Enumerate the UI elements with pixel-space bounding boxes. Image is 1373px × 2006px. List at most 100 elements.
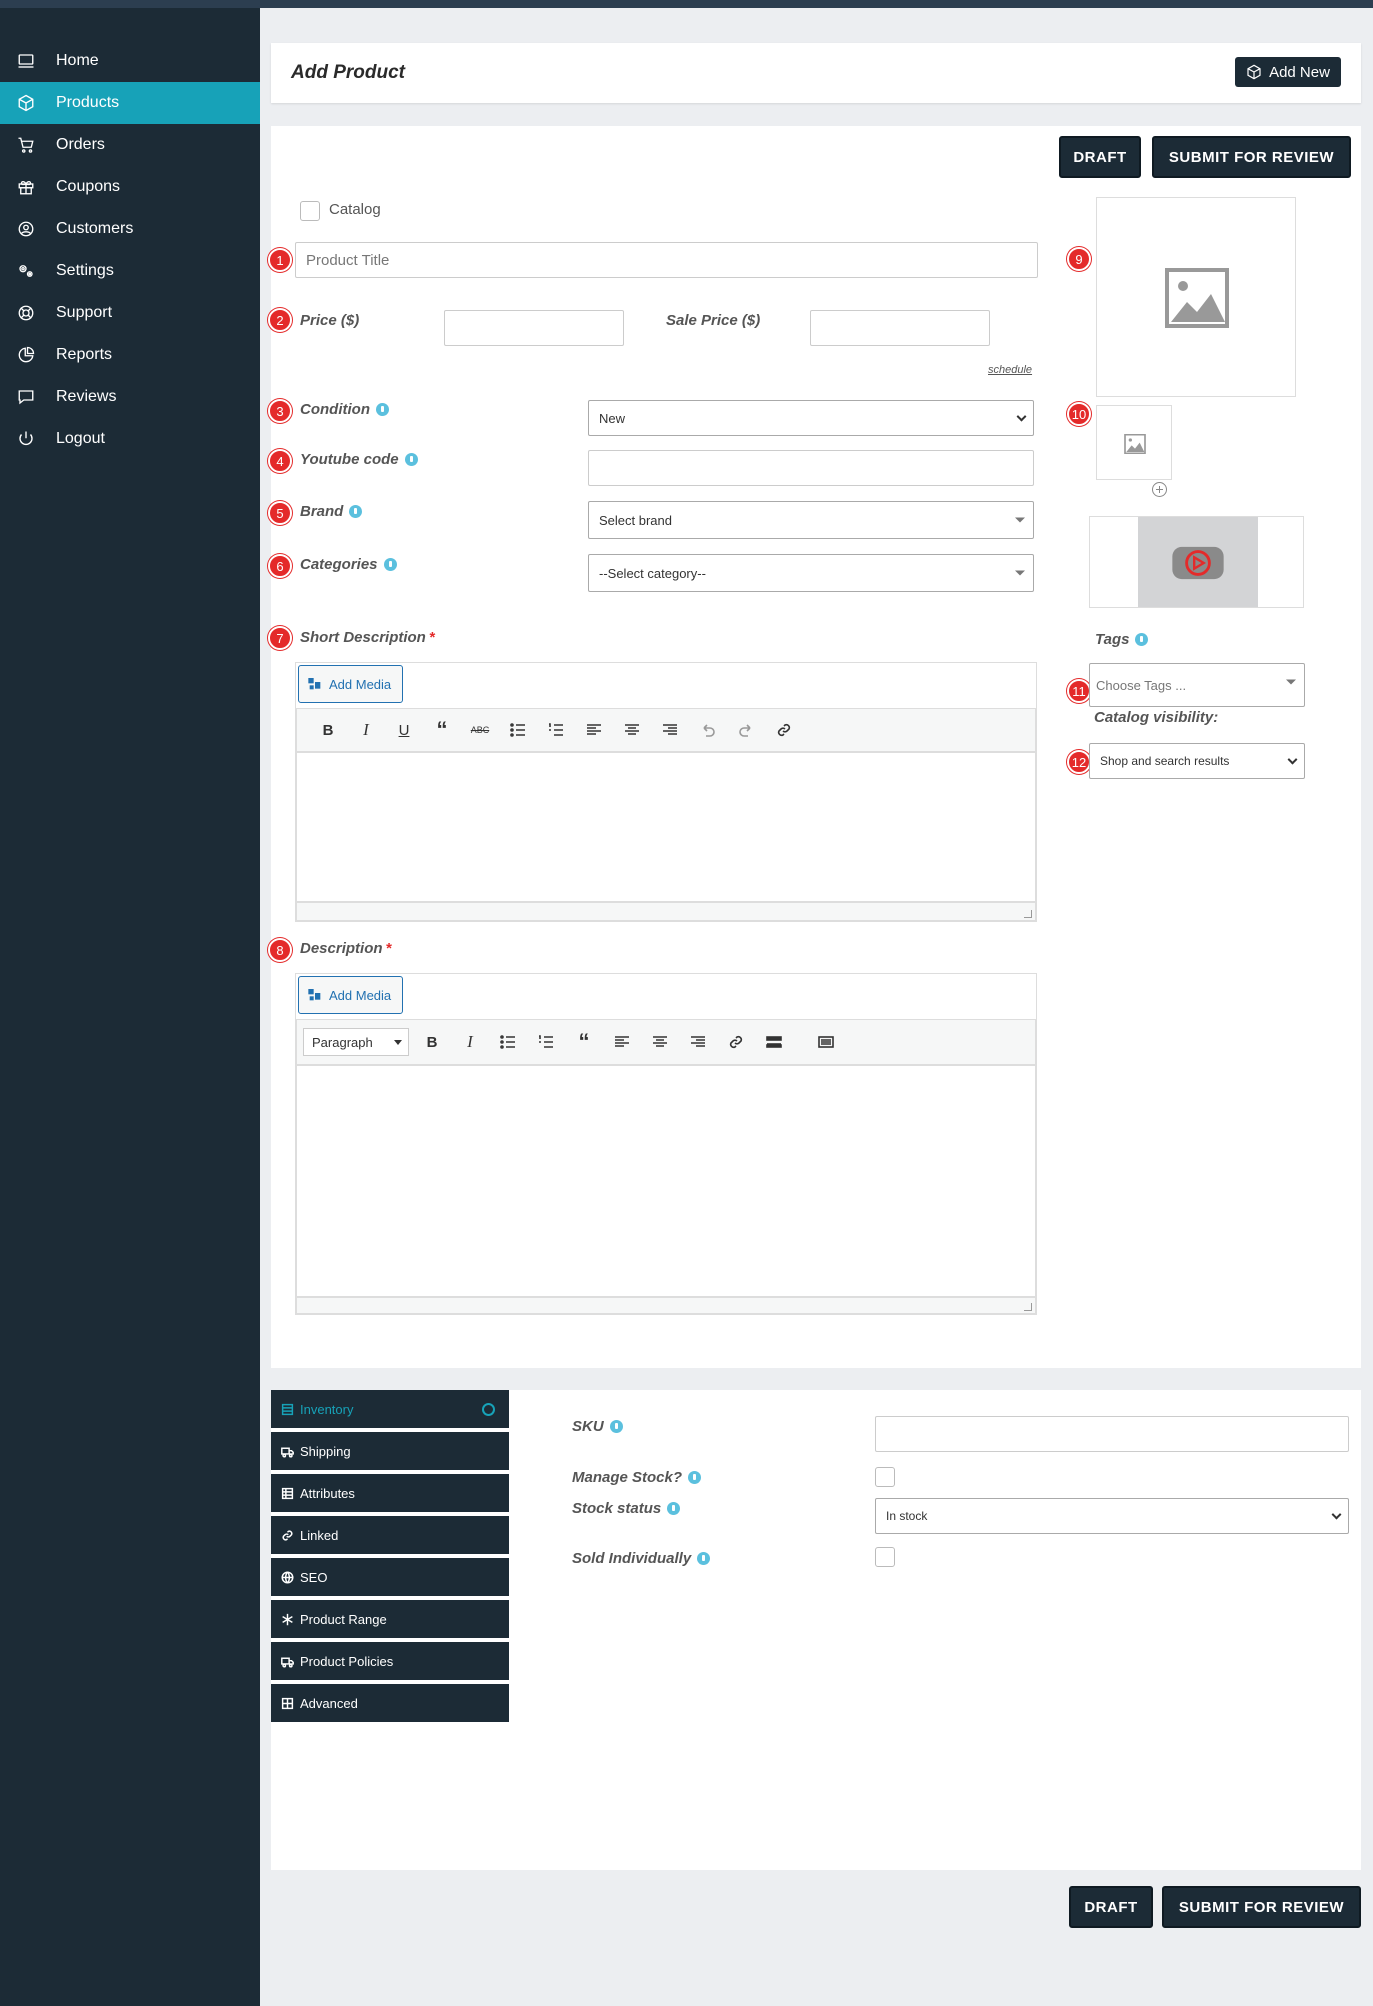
bold-icon[interactable]: B (309, 716, 347, 744)
sidebar-item-reviews[interactable]: Reviews (0, 376, 260, 418)
short-description-textarea[interactable] (296, 752, 1036, 902)
tab-inventory[interactable]: Inventory (271, 1390, 509, 1430)
media-icon (308, 678, 321, 690)
stock-status-select[interactable]: In stock (875, 1498, 1349, 1534)
help-icon[interactable] (697, 1551, 711, 1565)
numbered-list-icon[interactable] (527, 1028, 565, 1056)
help-icon[interactable] (404, 452, 418, 466)
manage-stock-checkbox[interactable] (875, 1467, 895, 1487)
sidebar-item-settings[interactable]: Settings (0, 250, 260, 292)
sidebar-item-label: Reviews (56, 388, 117, 405)
condition-select[interactable]: New (588, 400, 1034, 436)
schedule-link[interactable]: schedule (988, 364, 1032, 376)
add-new-button[interactable]: Add New (1235, 57, 1341, 87)
align-left-icon[interactable] (603, 1028, 641, 1056)
sidebar-item-label: Customers (56, 220, 134, 237)
product-title-placeholder: Product Title (306, 251, 390, 269)
catalog-checkbox[interactable] (300, 201, 320, 221)
sold-individually-checkbox[interactable] (875, 1547, 895, 1567)
blockquote-icon[interactable]: “ (565, 1028, 603, 1056)
tab-advanced[interactable]: Advanced (271, 1684, 509, 1724)
align-right-icon[interactable] (651, 716, 689, 744)
sidebar-item-customers[interactable]: Customers (0, 208, 260, 250)
sidebar-item-logout[interactable]: Logout (0, 418, 260, 460)
sku-label-text: SKU (572, 1418, 604, 1435)
marker-3: 3 (268, 399, 292, 423)
read-more-icon[interactable] (755, 1028, 793, 1056)
blockquote-icon[interactable]: “ (423, 716, 461, 744)
tags-select[interactable]: Choose Tags ... (1089, 663, 1305, 707)
draft-button[interactable]: DRAFT (1059, 136, 1141, 178)
help-icon[interactable] (1135, 632, 1149, 646)
sidebar-item-reports[interactable]: Reports (0, 334, 260, 376)
sidebar-item-products[interactable]: Products (0, 82, 260, 124)
link-icon[interactable] (765, 716, 803, 744)
help-icon[interactable] (375, 402, 389, 416)
submit-for-review-button[interactable]: SUBMIT FOR REVIEW (1152, 136, 1351, 178)
help-icon[interactable] (349, 504, 363, 518)
product-title-input[interactable]: Product Title (295, 242, 1038, 278)
tab-label: Advanced (300, 1695, 358, 1711)
submit-for-review-button-bottom[interactable]: SUBMIT FOR REVIEW (1162, 1886, 1361, 1928)
add-media-button[interactable]: Add Media (298, 976, 403, 1014)
youtube-code-label-text: Youtube code (300, 451, 399, 468)
help-icon[interactable] (688, 1470, 702, 1484)
numbered-list-icon[interactable] (537, 716, 575, 744)
categories-label: Categories (300, 556, 397, 573)
strikethrough-icon[interactable]: ABC (461, 716, 499, 744)
sidebar-item-coupons[interactable]: Coupons (0, 166, 260, 208)
marker-6: 6 (268, 554, 292, 578)
price-input[interactable] (444, 310, 624, 346)
marker-9: 9 (1067, 247, 1091, 271)
help-icon[interactable] (383, 557, 397, 571)
gallery-image-upload[interactable] (1096, 405, 1172, 480)
add-gallery-image-icon[interactable] (1152, 482, 1167, 497)
sidebar-item-label: Products (56, 94, 120, 111)
stock-status-label: Stock status (572, 1500, 681, 1517)
sidebar-item-orders[interactable]: Orders (0, 124, 260, 166)
bullet-list-icon[interactable] (489, 1028, 527, 1056)
bullet-list-icon[interactable] (499, 716, 537, 744)
paragraph-format-select[interactable]: Paragraph (303, 1028, 409, 1056)
resize-handle-icon[interactable] (1024, 910, 1032, 918)
tab-linked[interactable]: Linked (271, 1516, 509, 1556)
sku-input[interactable] (875, 1416, 1349, 1452)
video-upload[interactable] (1089, 516, 1304, 608)
tab-seo[interactable]: SEO (271, 1558, 509, 1598)
tab-attributes[interactable]: Attributes (271, 1474, 509, 1514)
resize-handle-icon[interactable] (1024, 1303, 1032, 1311)
required-mark: * (428, 629, 435, 646)
help-icon[interactable] (609, 1419, 623, 1433)
tab-product-policies[interactable]: Product Policies (271, 1642, 509, 1682)
link-icon[interactable] (717, 1028, 755, 1056)
undo-icon[interactable] (689, 716, 727, 744)
monitor-icon (16, 51, 36, 71)
brand-label: Brand (300, 503, 363, 520)
align-left-icon[interactable] (575, 716, 613, 744)
align-right-icon[interactable] (679, 1028, 717, 1056)
youtube-code-input[interactable] (588, 450, 1034, 486)
sale-price-input[interactable] (810, 310, 990, 346)
bold-icon[interactable]: B (413, 1028, 451, 1056)
tab-shipping[interactable]: Shipping (271, 1432, 509, 1472)
help-icon[interactable] (667, 1501, 681, 1515)
featured-image-upload[interactable] (1096, 197, 1296, 397)
catalog-visibility-select[interactable]: Shop and search results (1089, 743, 1305, 779)
cogs-icon (16, 261, 36, 281)
sidebar-item-support[interactable]: Support (0, 292, 260, 334)
categories-select[interactable]: --Select category-- (588, 554, 1034, 592)
description-textarea[interactable] (296, 1065, 1036, 1297)
italic-icon[interactable]: I (347, 716, 385, 744)
redo-icon[interactable] (727, 716, 765, 744)
marker-12: 12 (1067, 750, 1091, 774)
sidebar-item-home[interactable]: Home (0, 40, 260, 82)
align-center-icon[interactable] (641, 1028, 679, 1056)
tab-product-range[interactable]: Product Range (271, 1600, 509, 1640)
brand-select[interactable]: Select brand (588, 501, 1034, 539)
toolbar-toggle-icon[interactable] (807, 1028, 845, 1056)
draft-button-bottom[interactable]: DRAFT (1069, 1886, 1153, 1928)
italic-icon[interactable]: I (451, 1028, 489, 1056)
align-center-icon[interactable] (613, 716, 651, 744)
underline-icon[interactable]: U (385, 716, 423, 744)
add-media-button[interactable]: Add Media (298, 665, 403, 703)
